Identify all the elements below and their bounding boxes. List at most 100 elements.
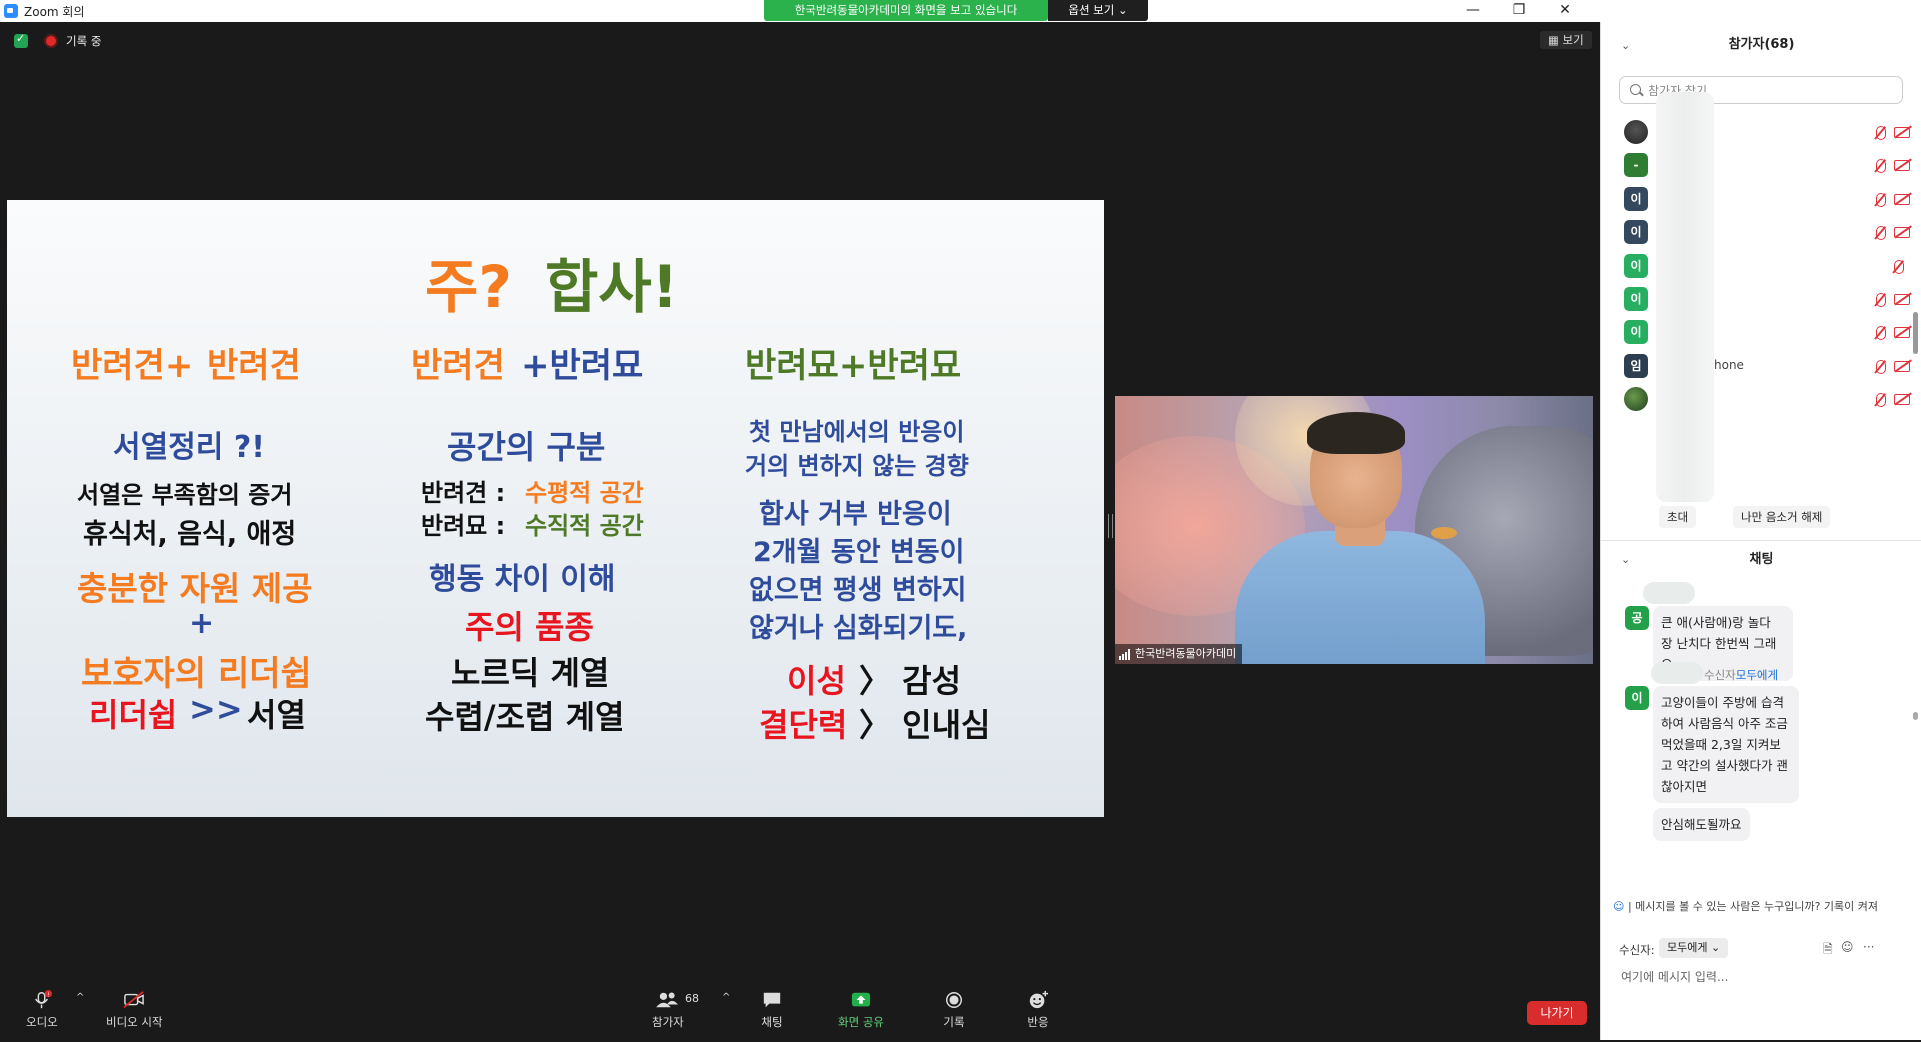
- chat-visibility-notice[interactable]: ☺ | 메시지를 볼 수 있는 사람은 누구입니까? 기록이 켜져: [1613, 898, 1913, 914]
- col1-line2: 휴식처, 음식, 애정: [83, 519, 297, 550]
- redacted-sender: [1643, 582, 1695, 604]
- speaker-video[interactable]: 한국반려동물아카데미: [1115, 396, 1593, 664]
- participant-list-scrollbar[interactable]: [1913, 312, 1918, 354]
- col2-subhead: 공간의 구분: [447, 428, 606, 466]
- col2-line1-a: 반려견 :: [421, 479, 506, 507]
- screen-share-banner: 한국반려동물아카데미의 화면을 보고 있습니다: [764, 0, 1048, 21]
- unmute-me-button[interactable]: 나만 음소거 해제: [1733, 506, 1831, 528]
- minimize-button[interactable]: —: [1450, 0, 1496, 22]
- col2-header-a: 반려견: [411, 346, 505, 386]
- participant-list: - 이 이 이 이 이 임 hone: [1601, 112, 1921, 482]
- col3-line8-a: 결단력: [759, 706, 848, 744]
- more-options-icon[interactable]: ···: [1863, 940, 1874, 954]
- chat-message-input[interactable]: [1619, 966, 1913, 988]
- col1-header-a: 반려견+: [71, 346, 194, 386]
- mic-muted-icon[interactable]: [1876, 193, 1886, 207]
- col1-subhead: 서열정리 ?!: [113, 430, 265, 465]
- participant-avatar: [1624, 120, 1648, 144]
- col2-line2-b: 수직적 공간: [525, 512, 644, 540]
- participant-row[interactable]: [1601, 379, 1921, 419]
- col1-plus: +: [189, 606, 215, 641]
- col1-line5-a: 리더쉽: [89, 696, 178, 734]
- col1-line1: 서열은 부족함의 증거: [77, 481, 293, 509]
- mic-muted-icon[interactable]: [1876, 393, 1886, 407]
- participant-avatar: [1624, 387, 1648, 411]
- shield-icon[interactable]: [14, 32, 28, 48]
- col3-line4: 2개월 동안 변동이: [753, 537, 965, 568]
- mic-muted-icon[interactable]: [1876, 226, 1886, 240]
- signal-strength-icon: [1119, 649, 1131, 660]
- slide-title-answer: 합사!: [545, 253, 679, 321]
- participants-button[interactable]: 참가자: [652, 990, 684, 1030]
- mic-muted-icon[interactable]: [1894, 260, 1904, 274]
- mic-muted-icon[interactable]: [1876, 293, 1886, 307]
- participant-avatar: 이: [1624, 320, 1648, 344]
- audio-button[interactable]: ! 오디오: [26, 990, 58, 1030]
- maximize-button[interactable]: ❐: [1496, 0, 1542, 22]
- chat-message: 안심해도될까요: [1653, 808, 1750, 841]
- participant-avatar: -: [1624, 153, 1648, 177]
- recipient-select[interactable]: 모두에게 ⌄: [1659, 938, 1729, 958]
- participants-options-caret[interactable]: ^: [722, 992, 730, 1003]
- video-off-icon: [1894, 160, 1910, 171]
- mic-muted-icon[interactable]: [1876, 326, 1886, 340]
- chat-avatar: 공: [1625, 606, 1649, 630]
- chat-recipient-target: 모두에게: [1735, 668, 1779, 682]
- col2-line3: 행동 차이 이해: [429, 562, 616, 597]
- video-off-icon: [1894, 394, 1910, 405]
- title-bar: Zoom 회의 한국반려동물아카데미의 화면을 보고 있습니다 옵션 보기 ⌄ …: [0, 0, 1921, 23]
- video-off-icon: [1894, 127, 1910, 138]
- shared-slide: 주? 합사! 반려견+ 반려견 서열정리 ?! 서열은 부족함의 증거 휴식처,…: [7, 200, 1104, 817]
- split-view-handle[interactable]: [1108, 514, 1113, 538]
- audio-options-caret[interactable]: ^: [76, 992, 84, 1003]
- participants-label: 참가자: [652, 1015, 684, 1029]
- invite-button[interactable]: 초대: [1659, 506, 1697, 528]
- col3-line5: 없으면 평생 변하지: [749, 575, 967, 606]
- share-screen-button[interactable]: 화면 공유: [838, 990, 884, 1030]
- reactions-button[interactable]: 반응: [1025, 990, 1051, 1030]
- share-screen-icon: [851, 992, 871, 1007]
- zoom-logo-icon: [4, 4, 18, 18]
- mic-muted-icon[interactable]: [1876, 159, 1886, 173]
- view-button[interactable]: ▦ 보기: [1540, 31, 1592, 49]
- reactions-label: 반응: [1027, 1015, 1049, 1029]
- view-options-button[interactable]: 옵션 보기 ⌄: [1048, 0, 1148, 21]
- video-off-icon: [1894, 327, 1910, 338]
- file-icon[interactable]: 🗎: [1823, 940, 1833, 961]
- mic-muted-icon[interactable]: [1876, 360, 1886, 374]
- record-label: 기록: [943, 1015, 965, 1029]
- video-off-icon: [1894, 294, 1910, 305]
- participant-name: hone: [1714, 358, 1744, 372]
- col3-line3: 합사 거부 반응이: [759, 499, 952, 530]
- video-off-icon: [1894, 194, 1910, 205]
- chat-scrollbar[interactable]: [1913, 712, 1918, 720]
- chat-message: 고양이들이 주방에 습격하여 사람음식 아주 조금 먹었을때 2,3일 지켜보고…: [1653, 686, 1799, 803]
- recording-label: 기록 중: [66, 34, 102, 48]
- info-person-icon: ☺: [1613, 900, 1625, 913]
- mic-icon: !: [34, 990, 52, 1009]
- chat-avatar: 이: [1625, 686, 1649, 710]
- mic-muted-icon[interactable]: [1876, 126, 1886, 140]
- col2-line2-a: 반려묘 :: [421, 512, 506, 540]
- col3-line2: 거의 변하지 않는 경향: [745, 452, 969, 480]
- audio-label: 오디오: [26, 1015, 58, 1029]
- close-button[interactable]: ✕: [1542, 0, 1588, 22]
- emoji-icon[interactable]: ☺: [1841, 940, 1854, 954]
- col3-line1: 첫 만남에서의 반응이: [749, 418, 965, 446]
- col3-line7-b: 〉 감성: [859, 662, 962, 700]
- redacted-sender: [1651, 662, 1703, 684]
- recipient-label: 수신자:: [1619, 943, 1655, 957]
- video-off-icon: [123, 991, 145, 1008]
- chat-recipient-line: 수신자모두에게: [1704, 667, 1778, 683]
- chat-button[interactable]: 채팅: [760, 990, 784, 1030]
- section-divider: [1601, 540, 1921, 541]
- col2-line5: 노르딕 계열: [451, 654, 610, 692]
- record-button[interactable]: 기록: [942, 990, 966, 1030]
- leave-button[interactable]: 나가기: [1527, 1001, 1587, 1025]
- start-video-button[interactable]: 비디오 시작: [106, 990, 163, 1030]
- participants-count: 68: [685, 992, 699, 1005]
- col1-line5-b: >>: [189, 690, 243, 728]
- participants-title: 참가자(68): [1728, 37, 1795, 52]
- chat-label: 채팅: [761, 1015, 783, 1029]
- col3-line6: 않거나 심화되기도,: [749, 613, 968, 644]
